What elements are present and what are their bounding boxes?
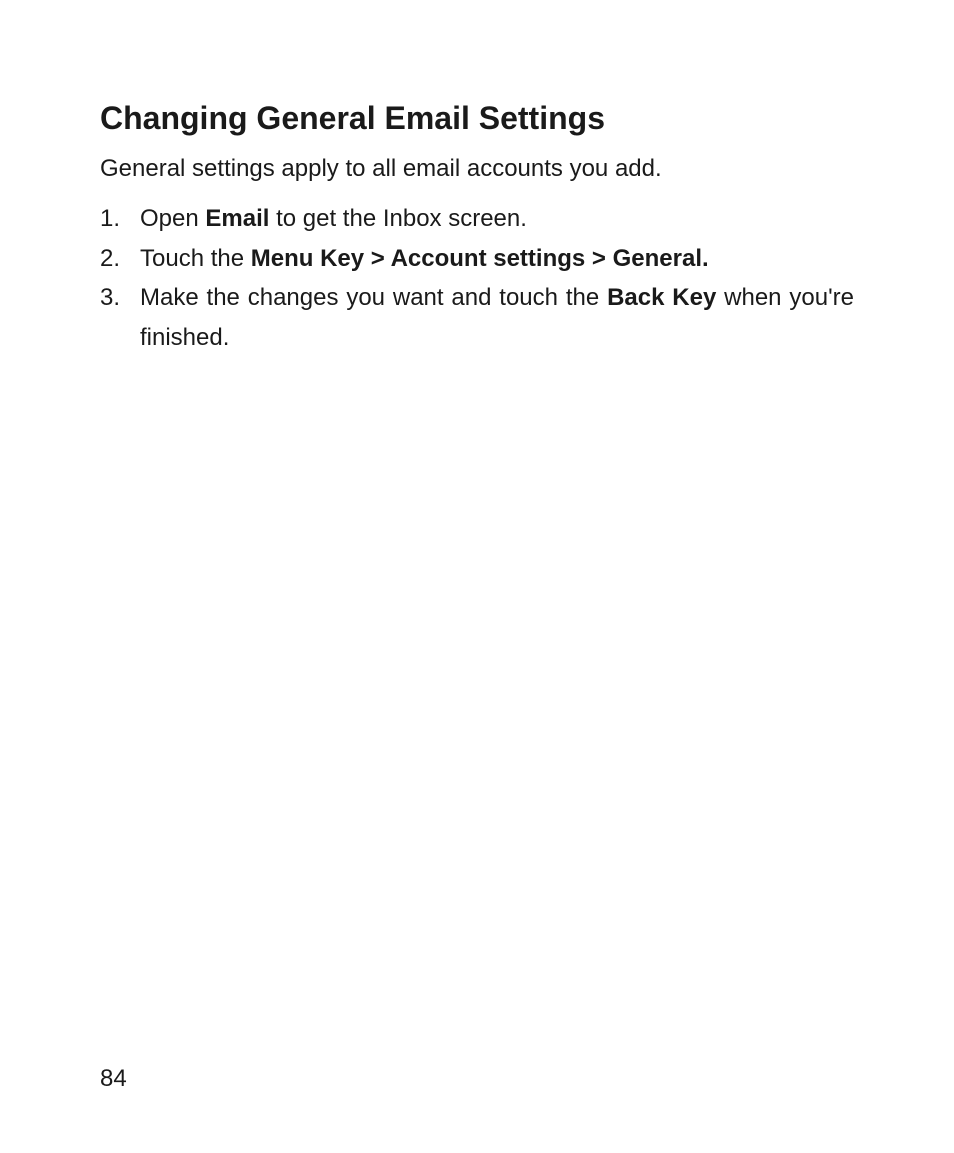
step-item: 1. Open Email to get the Inbox screen. <box>100 199 854 239</box>
intro-text: General settings apply to all email acco… <box>100 155 854 183</box>
step-text: Open Email to get the Inbox screen. <box>140 205 527 232</box>
page-number: 84 <box>100 1065 127 1093</box>
step-text: Make the changes you want and touch the … <box>140 284 854 351</box>
steps-list: 1. Open Email to get the Inbox screen. 2… <box>100 199 854 357</box>
step-text: Touch the Menu Key > Account settings > … <box>140 245 709 272</box>
step-number: 2. <box>100 239 120 279</box>
step-item: 2. Touch the Menu Key > Account settings… <box>100 239 854 279</box>
section-heading: Changing General Email Settings <box>100 100 854 137</box>
step-number: 3. <box>100 278 120 318</box>
step-number: 1. <box>100 199 120 239</box>
step-item: 3. Make the changes you want and touch t… <box>100 278 854 357</box>
